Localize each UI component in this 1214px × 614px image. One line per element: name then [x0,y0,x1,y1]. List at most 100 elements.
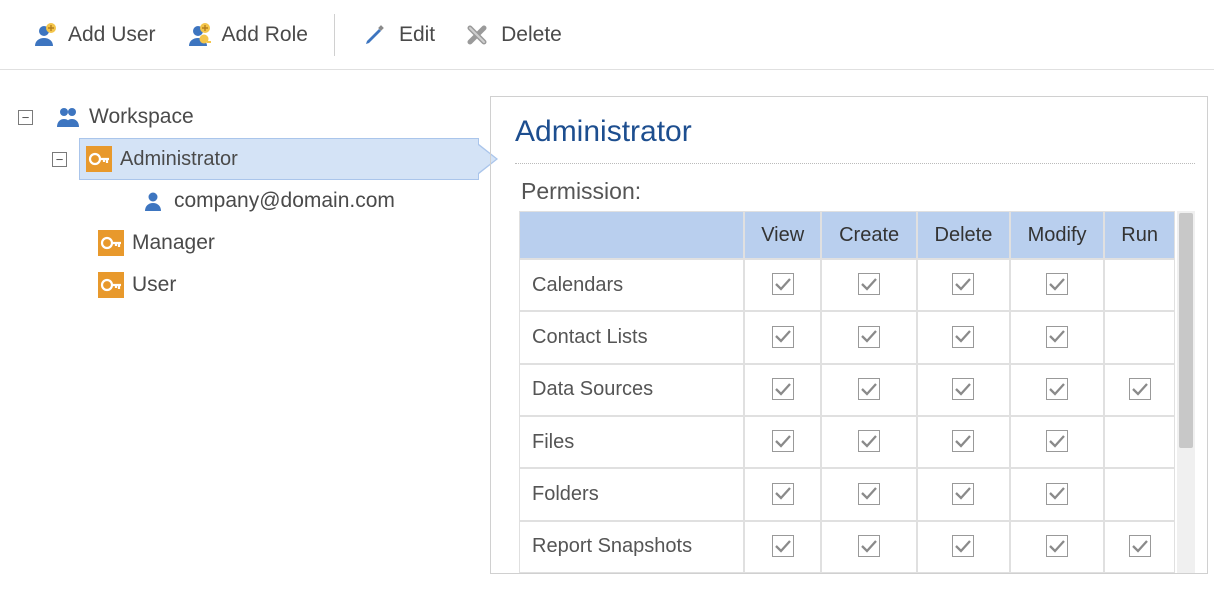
checkbox-checked-icon[interactable] [952,483,974,505]
collapse-icon[interactable]: − [18,110,33,125]
checkbox-checked-icon[interactable] [952,378,974,400]
collapse-icon[interactable]: − [52,152,67,167]
edit-button[interactable]: Edit [347,15,449,55]
checkbox-checked-icon[interactable] [952,430,974,452]
permission-row-name: Calendars [519,259,744,311]
permission-cell-view[interactable] [744,521,821,573]
tree-pane: − Workspace − Administrator [0,96,490,574]
permission-cell-view[interactable] [744,468,821,520]
permission-cell-create[interactable] [821,416,916,468]
permission-cell-create[interactable] [821,311,916,363]
tree-node-admin-user[interactable]: company@domain.com [118,180,490,222]
scrollbar[interactable] [1177,211,1195,573]
delete-icon [463,21,491,49]
permission-cell-modify[interactable] [1010,364,1104,416]
permission-cell-view[interactable] [744,416,821,468]
permission-cell-run[interactable] [1104,468,1175,520]
divider [515,163,1195,164]
checkbox-checked-icon[interactable] [772,273,794,295]
checkbox-checked-icon[interactable] [1046,378,1068,400]
permission-cell-create[interactable] [821,259,916,311]
permission-cell-delete[interactable] [917,259,1010,311]
delete-label: Delete [501,23,562,47]
permission-cell-modify[interactable] [1010,468,1104,520]
checkbox-checked-icon[interactable] [952,273,974,295]
col-view: View [744,211,821,259]
key-icon [98,230,124,256]
delete-button[interactable]: Delete [449,15,576,55]
tree-label-manager: Manager [132,231,215,255]
edit-label: Edit [399,23,435,47]
permission-cell-delete[interactable] [917,416,1010,468]
key-icon [86,146,112,172]
tree-node-user[interactable]: User [98,264,490,306]
permission-label: Permission: [515,178,1195,205]
permission-cell-modify[interactable] [1010,259,1104,311]
add-role-label: Add Role [222,23,308,47]
checkbox-checked-icon[interactable] [858,483,880,505]
col-run: Run [1104,211,1175,259]
toolbar-separator [334,14,335,56]
toolbar: Add User Add Role Edit [0,0,1214,70]
checkbox-checked-icon[interactable] [858,326,880,348]
permission-cell-modify[interactable] [1010,416,1104,468]
permission-cell-view[interactable] [744,259,821,311]
checkbox-checked-icon[interactable] [858,378,880,400]
checkbox-checked-icon[interactable] [772,430,794,452]
user-icon [140,188,166,214]
checkbox-checked-icon[interactable] [858,535,880,557]
tree-node-manager[interactable]: Manager [98,222,490,264]
checkbox-checked-icon[interactable] [858,273,880,295]
tree-node-administrator-wrapper: − Administrator [18,138,490,180]
col-modify: Modify [1010,211,1104,259]
tree-node-administrator[interactable]: Administrator [79,138,479,180]
permission-row-name: Data Sources [519,364,744,416]
permission-cell-run[interactable] [1104,259,1175,311]
checkbox-checked-icon[interactable] [1046,483,1068,505]
permission-cell-run[interactable] [1104,364,1175,416]
checkbox-checked-icon[interactable] [1046,273,1068,295]
checkbox-checked-icon[interactable] [952,326,974,348]
tree-label-user: User [132,273,176,297]
checkbox-checked-icon[interactable] [1129,535,1151,557]
add-user-label: Add User [68,23,156,47]
permission-row-name: Folders [519,468,744,520]
checkbox-checked-icon[interactable] [952,535,974,557]
permission-cell-run[interactable] [1104,311,1175,363]
checkbox-checked-icon[interactable] [772,326,794,348]
col-delete: Delete [917,211,1010,259]
permission-cell-run[interactable] [1104,416,1175,468]
scrollbar-thumb[interactable] [1179,213,1193,448]
permission-cell-modify[interactable] [1010,311,1104,363]
permission-cell-view[interactable] [744,311,821,363]
add-role-button[interactable]: Add Role [170,15,322,55]
permission-cell-delete[interactable] [917,364,1010,416]
content-area: − Workspace − Administrator [0,70,1214,574]
checkbox-checked-icon[interactable] [772,378,794,400]
permission-cell-create[interactable] [821,468,916,520]
checkbox-checked-icon[interactable] [772,535,794,557]
checkbox-checked-icon[interactable] [1046,535,1068,557]
checkbox-checked-icon[interactable] [1046,326,1068,348]
add-user-button[interactable]: Add User [16,15,170,55]
permission-table: View Create Delete Modify Run CalendarsC… [519,211,1175,573]
permission-cell-view[interactable] [744,364,821,416]
permission-cell-create[interactable] [821,364,916,416]
checkbox-checked-icon[interactable] [1129,378,1151,400]
col-create: Create [821,211,916,259]
permission-cell-create[interactable] [821,521,916,573]
checkbox-checked-icon[interactable] [858,430,880,452]
permission-cell-delete[interactable] [917,311,1010,363]
group-icon [55,104,81,130]
tree-node-workspace[interactable]: − Workspace [18,96,490,138]
checkbox-checked-icon[interactable] [772,483,794,505]
permission-cell-delete[interactable] [917,521,1010,573]
permission-cell-modify[interactable] [1010,521,1104,573]
checkbox-checked-icon[interactable] [1046,430,1068,452]
permission-cell-run[interactable] [1104,521,1175,573]
tree-label-workspace: Workspace [89,105,194,129]
permission-row-name: Files [519,416,744,468]
permission-cell-delete[interactable] [917,468,1010,520]
permission-row: Report Snapshots [519,521,1175,573]
permission-row: Files [519,416,1175,468]
